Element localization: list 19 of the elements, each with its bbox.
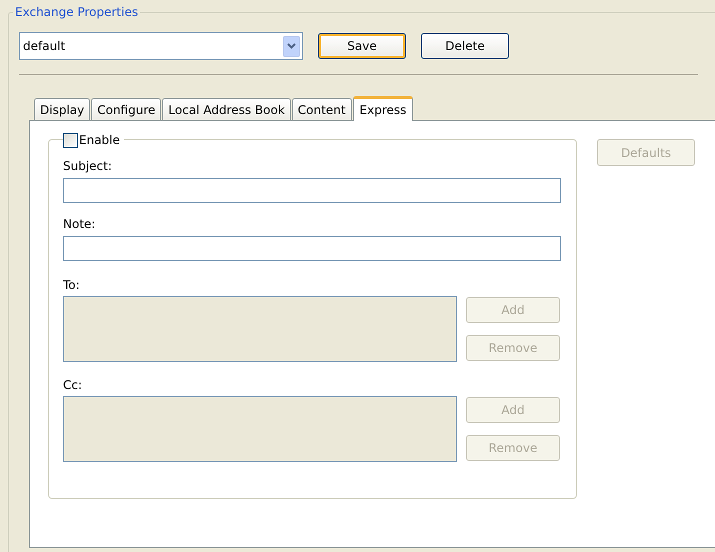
list-label: To:	[63, 277, 81, 293]
tab[interactable]: Content	[292, 98, 352, 120]
profile-dropdown[interactable]: default	[19, 32, 303, 60]
tab[interactable]: Local Address Book	[162, 98, 291, 120]
field-label: Subject:	[63, 158, 113, 174]
field-label: Note:	[63, 216, 96, 232]
tab[interactable]: Display	[34, 98, 90, 120]
group-title: Exchange Properties	[13, 4, 140, 20]
input-field[interactable]	[63, 236, 561, 261]
recipient-list[interactable]	[63, 296, 457, 362]
list-label: Cc:	[63, 377, 84, 393]
tab[interactable]: Express	[352, 96, 414, 121]
save-button[interactable]: Save	[318, 33, 406, 59]
caret-icon	[283, 36, 300, 56]
tab[interactable]: Configure	[91, 98, 162, 120]
enable-checkbox[interactable]: Enable	[63, 131, 124, 149]
delete-button[interactable]: Delete	[421, 33, 509, 59]
input-field[interactable]	[63, 178, 561, 203]
recipient-list[interactable]	[63, 396, 457, 462]
